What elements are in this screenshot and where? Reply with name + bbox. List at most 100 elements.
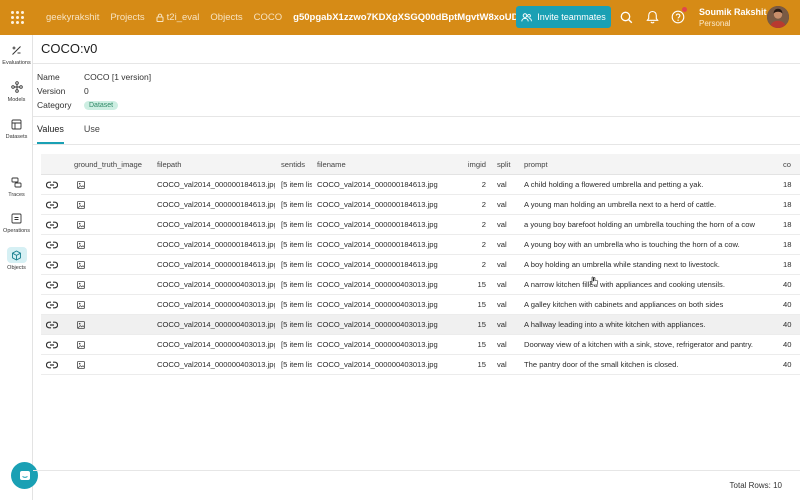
breadcrumb-entity[interactable]: geekyrakshit: [46, 12, 99, 23]
search-icon[interactable]: [618, 9, 634, 25]
link-icon[interactable]: [46, 315, 60, 334]
link-icon[interactable]: [46, 335, 60, 354]
table-row[interactable]: COCO_val2014_000000403013.jpg [5 item lis…: [41, 295, 800, 315]
nav-item-evaluations[interactable]: Evaluations: [0, 39, 33, 69]
cell-filename: COCO_val2014_000000403013.jpg: [317, 300, 438, 309]
cell-extra: 18: [783, 220, 792, 229]
cell-prompt: a young boy barefoot holding an umbrella…: [524, 220, 755, 229]
table-row[interactable]: COCO_val2014_000000184613.jpg [5 item lis…: [41, 255, 800, 275]
breadcrumb-current-ref[interactable]: g50pgabX1zzwo7KDXgXSGQ00dBptMgvtW8xoUD88…: [293, 12, 544, 23]
link-icon[interactable]: [46, 215, 60, 234]
nav-item-objects[interactable]: Objects: [0, 244, 33, 274]
user-menu[interactable]: Soumik Rakshit Personal: [699, 6, 767, 30]
cell-extra: 18: [783, 200, 792, 209]
cell-filepath: COCO_val2014_000000184613.jpg: [157, 200, 275, 209]
cell-split: val: [497, 320, 507, 329]
table-row[interactable]: COCO_val2014_000000184613.jpg [5 item lis…: [41, 175, 800, 195]
evaluations-icon: [12, 45, 21, 55]
column-header-extra[interactable]: co: [783, 154, 800, 174]
cell-prompt: A narrow kitchen filled with appliances …: [524, 280, 725, 289]
image-icon[interactable]: [77, 295, 87, 314]
link-icon[interactable]: [46, 295, 60, 314]
invite-teammates-button[interactable]: Invite teammates: [516, 6, 611, 28]
cell-sentids[interactable]: [5 item list]: [281, 295, 312, 314]
bell-icon[interactable]: [644, 9, 660, 25]
column-header-ground-truth-image[interactable]: ground_truth_image: [74, 154, 154, 174]
breadcrumb-objects[interactable]: Objects: [210, 12, 242, 23]
cell-sentids[interactable]: [5 item list]: [281, 335, 312, 354]
image-icon[interactable]: [77, 235, 87, 254]
table-row[interactable]: COCO_val2014_000000403013.jpg [5 item lis…: [41, 275, 800, 295]
cell-sentids[interactable]: [5 item list]: [281, 215, 312, 234]
nav-item-datasets[interactable]: Datasets: [0, 113, 33, 143]
cell-sentids[interactable]: [5 item list]: [281, 275, 312, 294]
top-bar: geekyrakshit Projects t2i_eval Objects C…: [0, 0, 800, 35]
table-row[interactable]: COCO_val2014_000000184613.jpg [5 item lis…: [41, 215, 800, 235]
link-icon[interactable]: [46, 275, 60, 294]
traces-icon: [11, 177, 22, 187]
cell-split: val: [497, 260, 507, 269]
cell-sentids[interactable]: [5 item list]: [281, 235, 312, 254]
column-header-split[interactable]: split: [497, 154, 517, 174]
datasets-icon: [11, 119, 22, 129]
cell-filename: COCO_val2014_000000184613.jpg: [317, 200, 438, 209]
table-row[interactable]: COCO_val2014_000000403013.jpg [5 item lis…: [41, 335, 800, 355]
cell-split: val: [497, 340, 507, 349]
image-icon[interactable]: [77, 175, 87, 194]
nav-label-evaluations: Evaluations: [2, 60, 31, 66]
image-icon[interactable]: [77, 255, 87, 274]
column-header-filepath[interactable]: filepath: [157, 154, 275, 174]
table-row[interactable]: COCO_val2014_000000403013.jpg [5 item lis…: [41, 355, 800, 375]
meta-row-category: Category Dataset: [37, 98, 151, 112]
breadcrumb-project[interactable]: t2i_eval: [156, 12, 200, 23]
table-row[interactable]: COCO_val2014_000000184613.jpg [5 item lis…: [41, 195, 800, 215]
link-icon[interactable]: [46, 355, 60, 374]
cell-filename: COCO_val2014_000000184613.jpg: [317, 260, 438, 269]
table-body: COCO_val2014_000000184613.jpg [5 item lis…: [41, 175, 800, 375]
avatar[interactable]: [767, 6, 789, 28]
breadcrumb-projects[interactable]: Projects: [110, 12, 144, 23]
image-icon[interactable]: [77, 275, 87, 294]
nav-item-operations[interactable]: Operations: [0, 207, 33, 237]
user-account-type: Personal: [699, 19, 731, 28]
cell-filename: COCO_val2014_000000184613.jpg: [317, 220, 438, 229]
nav-item-models[interactable]: Models: [0, 76, 33, 106]
cell-sentids[interactable]: [5 item list]: [281, 315, 312, 334]
link-icon[interactable]: [46, 195, 60, 214]
tabs: Values Use: [37, 124, 100, 144]
cell-sentids[interactable]: [5 item list]: [281, 255, 312, 274]
cell-extra: 18: [783, 240, 792, 249]
cell-filepath: COCO_val2014_000000184613.jpg: [157, 180, 275, 189]
nav-label-traces: Traces: [8, 192, 25, 198]
link-icon[interactable]: [46, 235, 60, 254]
table-row[interactable]: COCO_val2014_000000184613.jpg [5 item lis…: [41, 235, 800, 255]
column-header-filename[interactable]: filename: [317, 154, 455, 174]
column-header-sentids[interactable]: sentids: [281, 154, 312, 174]
image-icon[interactable]: [77, 215, 87, 234]
breadcrumb: geekyrakshit Projects t2i_eval Objects C…: [35, 0, 544, 35]
logo-icon[interactable]: [0, 0, 35, 35]
cell-split: val: [497, 180, 507, 189]
link-icon[interactable]: [46, 175, 60, 194]
nav-item-traces[interactable]: Traces: [0, 171, 33, 201]
cell-sentids[interactable]: [5 item list]: [281, 355, 312, 374]
image-icon[interactable]: [77, 195, 87, 214]
image-icon[interactable]: [77, 315, 87, 334]
lock-icon: [156, 13, 164, 22]
table-row[interactable]: COCO_val2014_000000403013.jpg [5 item lis…: [41, 315, 800, 335]
cell-sentids[interactable]: [5 item list]: [281, 195, 312, 214]
tab-values[interactable]: Values: [37, 124, 64, 144]
breadcrumb-project-label: t2i_eval: [166, 12, 200, 23]
link-icon[interactable]: [46, 255, 60, 274]
tab-use[interactable]: Use: [84, 124, 100, 144]
image-icon[interactable]: [77, 335, 87, 354]
column-header-imgid[interactable]: imgid: [461, 154, 486, 174]
cell-prompt: A galley kitchen with cabinets and appli…: [524, 300, 724, 309]
cell-imgid: 15: [477, 340, 486, 349]
column-header-prompt[interactable]: prompt: [524, 154, 782, 174]
cell-imgid: 15: [477, 280, 486, 289]
cell-sentids[interactable]: [5 item list]: [281, 175, 312, 194]
chat-icon[interactable]: [11, 462, 38, 489]
breadcrumb-object[interactable]: COCO: [254, 12, 283, 23]
image-icon[interactable]: [77, 355, 87, 374]
